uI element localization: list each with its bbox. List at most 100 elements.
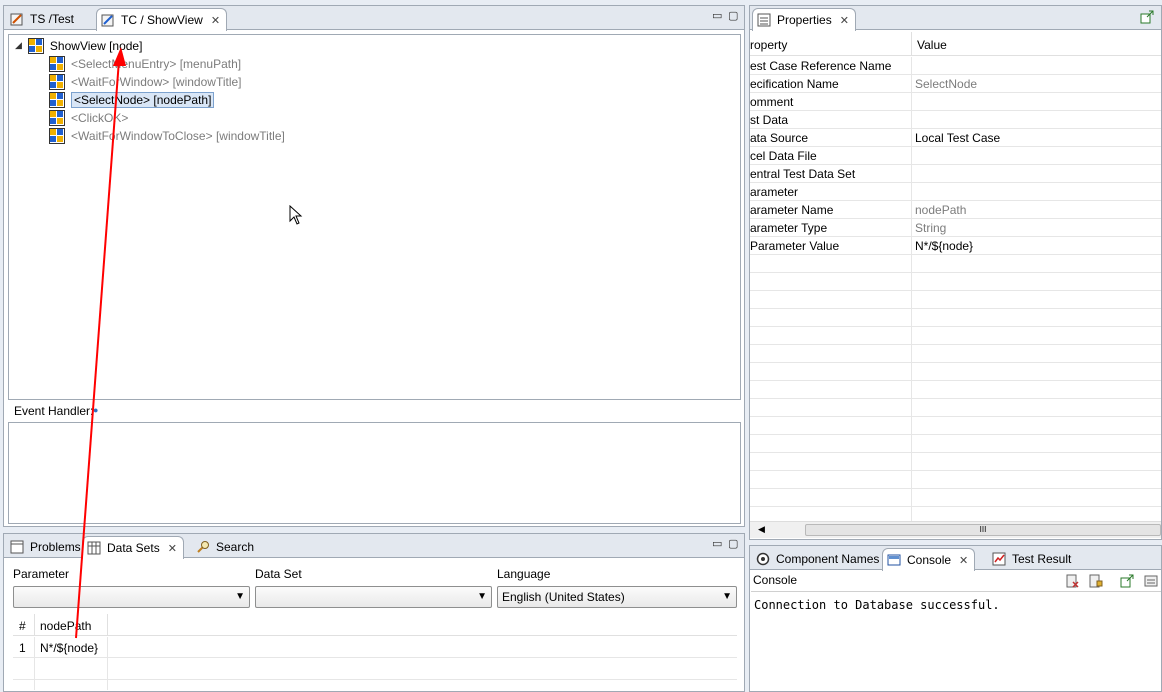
console-menu-icon[interactable]	[1144, 574, 1158, 591]
close-icon[interactable]: ✕	[959, 554, 968, 567]
property-row-empty[interactable]	[750, 273, 1161, 291]
console-header: Console	[753, 573, 798, 587]
search-icon	[196, 540, 210, 554]
test-step-icon	[49, 55, 65, 72]
tab-test-suite[interactable]: TS /Test	[6, 8, 80, 30]
tab-properties[interactable]: Properties ✕	[752, 8, 856, 31]
parameter-select[interactable]: ▼	[13, 586, 250, 608]
tab-search-label: Search	[216, 540, 255, 554]
clear-console-icon[interactable]	[1065, 574, 1079, 591]
maximize-icon[interactable]: ▢	[728, 537, 738, 550]
property-row[interactable]: st Data	[750, 111, 1161, 129]
dataset-select[interactable]: ▼	[255, 586, 492, 608]
property-row-empty[interactable]	[750, 309, 1161, 327]
tree-item[interactable]: <ClickOK>	[49, 109, 128, 126]
event-handler-area[interactable]	[8, 422, 741, 524]
property-row[interactable]: ecification Name SelectNode	[750, 75, 1161, 93]
tab-test-case-label: TC / ShowView	[121, 13, 203, 27]
property-row-empty[interactable]	[750, 489, 1161, 507]
test-case-tree: ◢ ShowView [node] <SelectMenuEntry> [men…	[8, 34, 741, 400]
property-key: arameter Type	[750, 220, 828, 235]
event-handler-label: Event Handler:	[14, 404, 94, 418]
pin-view-icon[interactable]	[1140, 10, 1154, 27]
language-select-value: English (United States)	[502, 590, 625, 604]
row-number-header[interactable]: #	[19, 619, 26, 633]
console-output-area[interactable]: Connection to Database successful.	[751, 591, 1161, 691]
tab-test-suite-label: TS /Test	[30, 12, 75, 26]
property-row-empty[interactable]	[750, 345, 1161, 363]
minimize-icon[interactable]: ▭	[712, 537, 722, 550]
tab-properties-label: Properties	[777, 13, 832, 27]
nodepath-column-header[interactable]: nodePath	[40, 619, 91, 633]
property-row[interactable]: Parameter Value N*/${node}	[750, 237, 1161, 255]
properties-panel: Properties ✕ roperty Value est Case Refe…	[749, 5, 1162, 540]
collapse-icon[interactable]: ◢	[15, 40, 22, 51]
property-row-empty[interactable]	[750, 381, 1161, 399]
minimize-icon[interactable]: ▭	[712, 9, 722, 22]
property-row[interactable]: arameter	[750, 183, 1161, 201]
test-step-icon	[49, 109, 65, 126]
property-key: omment	[750, 94, 794, 109]
scroll-thumb[interactable]: III	[805, 524, 1161, 536]
property-row[interactable]: arameter Name nodePath	[750, 201, 1161, 219]
property-key: Parameter Value	[750, 238, 840, 253]
property-row-empty[interactable]	[750, 507, 1161, 522]
property-row[interactable]: arameter Type String	[750, 219, 1161, 237]
chevron-down-icon: ▼	[477, 591, 487, 602]
console-tabbar: Component Names Console ✕ Test Result	[750, 546, 1161, 571]
tab-console[interactable]: Console ✕	[882, 548, 976, 571]
property-row[interactable]: ata Source Local Test Case	[750, 129, 1161, 147]
tab-component-names[interactable]: Component Names	[752, 548, 885, 570]
property-key: arameter Name	[750, 202, 834, 217]
language-select[interactable]: English (United States) ▼	[497, 586, 737, 608]
property-row-empty[interactable]	[750, 255, 1161, 273]
tree-item[interactable]: <SelectMenuEntry> [menuPath]	[49, 55, 241, 72]
tab-component-names-label: Component Names	[776, 552, 880, 566]
property-row[interactable]: est Case Reference Name	[750, 57, 1161, 75]
tree-item-label: <SelectMenuEntry> [menuPath]	[71, 56, 242, 71]
editor-tabbar: TS /Test TC / ShowView ✕ ▭ ▢	[4, 6, 744, 31]
property-row-empty[interactable]	[750, 435, 1161, 453]
nodepath-cell[interactable]: N*/${node}	[40, 641, 98, 655]
properties-header: roperty Value	[750, 32, 1161, 56]
property-key: ecification Name	[750, 76, 839, 91]
close-icon[interactable]: ✕	[840, 14, 849, 27]
property-row[interactable]: entral Test Data Set	[750, 165, 1161, 183]
property-column-header[interactable]: roperty	[750, 38, 787, 52]
maximize-icon[interactable]: ▢	[728, 9, 738, 22]
property-row-empty[interactable]	[750, 453, 1161, 471]
close-icon[interactable]: ✕	[211, 14, 220, 27]
property-row-empty[interactable]	[750, 291, 1161, 309]
tab-search[interactable]: Search	[192, 536, 260, 558]
properties-rows: est Case Reference Name ecification Name S…	[750, 57, 1161, 522]
info-icon: ●	[93, 405, 99, 415]
property-row[interactable]: cel Data File	[750, 147, 1161, 165]
property-row-empty[interactable]	[750, 363, 1161, 381]
tree-item[interactable]: <WaitForWindowToClose> [windowTitle]	[49, 127, 285, 144]
property-row-empty[interactable]	[750, 327, 1161, 345]
close-icon[interactable]: ✕	[168, 542, 177, 555]
properties-hscrollbar[interactable]: ◀ III	[750, 521, 1161, 538]
property-row[interactable]: omment	[750, 93, 1161, 111]
chevron-down-icon: ▼	[235, 591, 245, 602]
tree-root[interactable]: ◢ ShowView [node]	[15, 37, 142, 54]
tab-test-result[interactable]: Test Result	[988, 548, 1077, 570]
chevron-down-icon: ▼	[722, 591, 732, 602]
tree-item[interactable]: <WaitForWindow> [windowTitle]	[49, 73, 242, 90]
table-row[interactable]: 1 N*/${node}	[13, 637, 737, 658]
property-row-empty[interactable]	[750, 417, 1161, 435]
scroll-left-icon[interactable]: ◀	[758, 524, 765, 535]
component-names-icon	[756, 552, 770, 566]
property-value: String	[915, 220, 947, 235]
tree-item-selected[interactable]: <SelectNode> [nodePath]	[49, 91, 215, 108]
property-row-empty[interactable]	[750, 471, 1161, 489]
open-console-icon[interactable]	[1120, 574, 1134, 591]
tab-test-case[interactable]: TC / ShowView ✕	[96, 8, 228, 31]
tab-data-sets[interactable]: Data Sets ✕	[82, 536, 184, 559]
property-value: N*/${node}	[915, 238, 974, 253]
property-row-empty[interactable]	[750, 399, 1161, 417]
test-suite-icon	[10, 12, 24, 26]
value-column-header[interactable]: Value	[917, 38, 947, 52]
tab-problems[interactable]: Problems	[6, 536, 87, 558]
scroll-lock-icon[interactable]	[1089, 574, 1103, 591]
